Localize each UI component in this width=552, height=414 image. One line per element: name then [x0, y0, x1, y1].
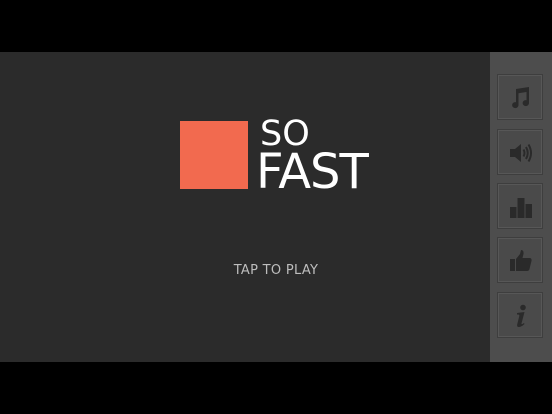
sound-button[interactable] — [497, 129, 543, 175]
leaderboard-icon — [510, 198, 532, 218]
info-icon — [517, 304, 526, 327]
music-button[interactable] — [497, 74, 543, 120]
info-button[interactable] — [497, 292, 543, 338]
music-note-icon — [512, 87, 530, 109]
side-menu-panel — [490, 52, 552, 362]
logo-square — [180, 121, 248, 189]
tap-to-play-prompt[interactable]: TAP TO PLAY — [0, 263, 552, 278]
like-button[interactable] — [497, 237, 543, 283]
game-screen: SO FAST TAP TO PLAY — [0, 0, 552, 414]
game-area[interactable] — [0, 52, 490, 362]
logo-title-line-2: FAST — [256, 144, 369, 200]
leaderboard-button[interactable] — [497, 183, 543, 229]
speaker-icon — [510, 143, 532, 163]
thumbs-up-icon — [510, 250, 532, 271]
